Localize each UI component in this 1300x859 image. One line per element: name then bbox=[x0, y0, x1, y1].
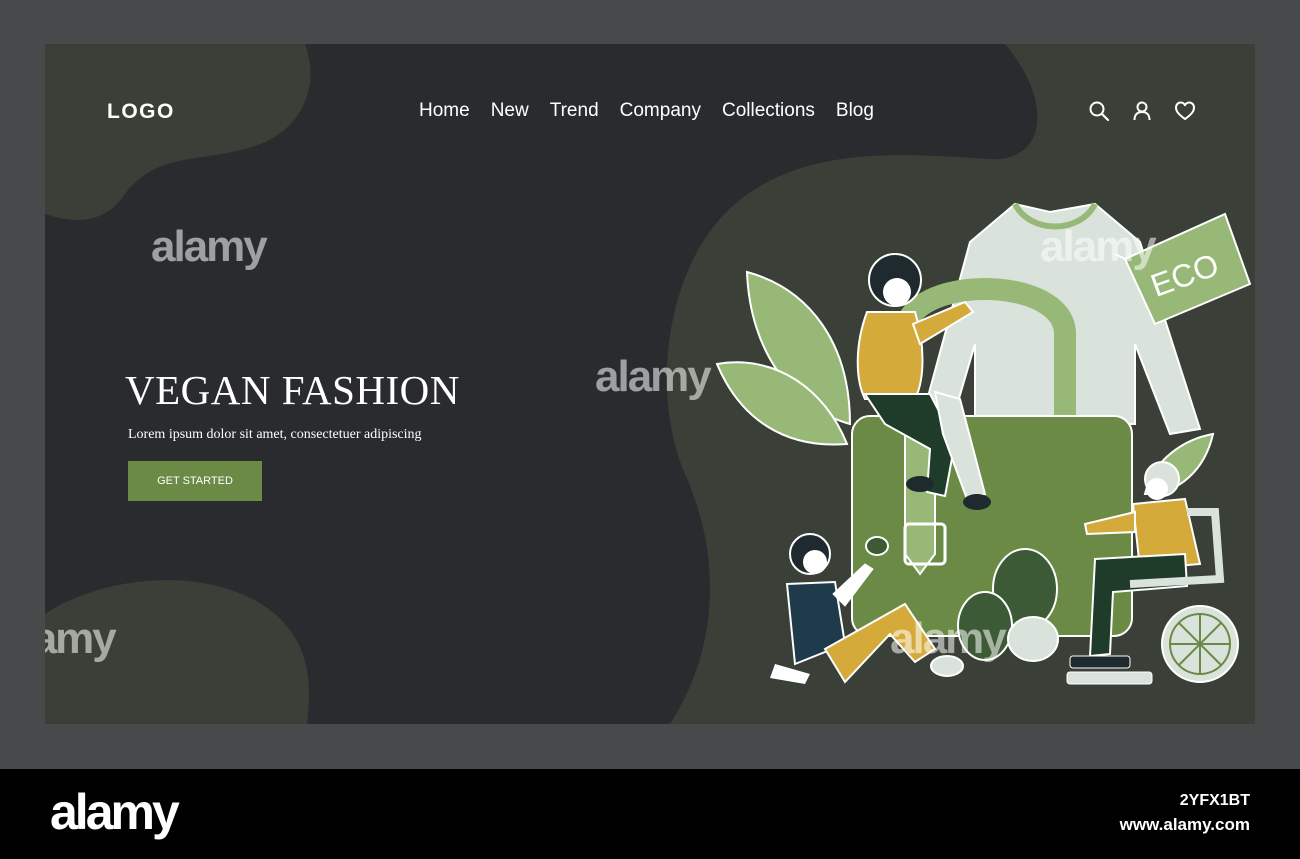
heart-icon[interactable] bbox=[1174, 100, 1196, 122]
watermark-footer: alamy 2YFX1BT www.alamy.com bbox=[0, 769, 1300, 859]
main-nav: Home New Trend Company Collections Blog bbox=[419, 100, 874, 122]
get-started-button[interactable]: GET STARTED bbox=[128, 461, 262, 501]
vegan-fashion-illustration: ECO bbox=[715, 202, 1252, 685]
nav-blog[interactable]: Blog bbox=[836, 100, 874, 122]
nav-collections[interactable]: Collections bbox=[722, 100, 815, 122]
landing-page: LOGO Home New Trend Company Collections … bbox=[45, 44, 1255, 724]
watermark-url: www.alamy.com bbox=[1119, 815, 1250, 834]
nav-company[interactable]: Company bbox=[620, 100, 701, 122]
nav-home[interactable]: Home bbox=[419, 100, 470, 122]
watermark-logo: alamy bbox=[50, 784, 180, 840]
logo[interactable]: LOGO bbox=[107, 100, 175, 124]
hero-subtitle: Lorem ipsum dolor sit amet, consectetuer… bbox=[128, 427, 422, 442]
nav-trend[interactable]: Trend bbox=[550, 100, 599, 122]
image-id: 2YFX1BT bbox=[1179, 792, 1250, 809]
nav-new[interactable]: New bbox=[491, 100, 529, 122]
user-icon[interactable] bbox=[1131, 100, 1153, 122]
header-icons bbox=[1088, 100, 1196, 122]
search-icon[interactable] bbox=[1088, 100, 1110, 122]
hero-title: VEGAN FASHION bbox=[125, 367, 460, 413]
